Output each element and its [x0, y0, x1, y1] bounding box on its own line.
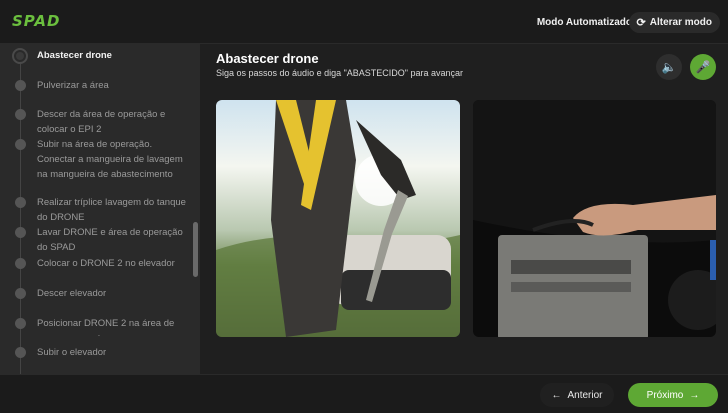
previous-label: Anterior [567, 389, 603, 401]
step-label: Lavar DRONE e área de operação do SPAD [37, 227, 183, 253]
microphone-button[interactable]: 🎤 [690, 54, 716, 80]
step-pending-icon [15, 288, 26, 299]
step-pending-icon [15, 197, 26, 208]
step-label: Descer elevador [37, 288, 107, 299]
step-label: Abastecer drone [37, 50, 112, 61]
arrow-left-icon: ← [551, 389, 562, 401]
step-label: Pulverizar a área [37, 80, 109, 91]
step-pending-icon [15, 347, 26, 358]
step-label: Posicionar DRONE 2 na área de armazename… [37, 318, 175, 336]
step-label: Realizar tríplice lavagem do tanque do D… [37, 197, 186, 223]
battery-photo [473, 100, 716, 337]
step-pending-icon [15, 109, 26, 120]
refuel-nozzle-illustration [216, 100, 460, 337]
step-label: Subir o elevador [37, 347, 107, 358]
step-pending-icon [15, 227, 26, 238]
page-subtitle: Siga os passos do áudio e diga "ABASTECI… [216, 68, 464, 78]
speaker-icon: 🔈 [661, 60, 677, 74]
steps-sidebar: Abastecer drone Pulverizar a área Descer… [0, 44, 200, 374]
step-content: Abastecer drone Siga os passos do áudio … [200, 44, 728, 374]
previous-button[interactable]: ← Anterior [540, 383, 614, 407]
microphone-icon: 🎤 [695, 60, 711, 74]
spad-logo: SPAD [12, 12, 61, 30]
step-pending-icon [15, 80, 26, 91]
alter-mode-button[interactable]: ⟳ Alterar modo [628, 12, 720, 33]
step-label: Colocar o DRONE 2 no elevador [37, 258, 175, 269]
step-current-icon [12, 48, 28, 64]
step-label: Descer da área de operação e colocar o E… [37, 109, 166, 135]
mode-label: Modo Automatizado [536, 17, 632, 28]
alter-mode-label: Alterar modo [649, 17, 712, 28]
step-item-conectar-mangueira[interactable]: Subir na área de operação. Conectar a ma… [0, 137, 192, 184]
sidebar-scrollbar[interactable] [193, 222, 198, 277]
speaker-button[interactable]: 🔈 [656, 54, 682, 80]
step-pending-icon [15, 318, 26, 329]
navigation-footer: ← Anterior Próximo → [0, 374, 728, 413]
step-label: Subir na área de operação. Conectar a ma… [37, 139, 183, 180]
top-bar: SPAD Modo Automatizado ⟳ Alterar modo [0, 0, 728, 44]
battery-illustration [473, 100, 716, 337]
step-pending-icon [15, 139, 26, 150]
refresh-icon: ⟳ [636, 17, 646, 29]
step-item-posicionar-drone[interactable]: Posicionar DRONE 2 na área de armazename… [0, 316, 192, 336]
next-label: Próximo [646, 389, 684, 401]
refuel-nozzle-photo [216, 100, 460, 337]
step-pending-icon [15, 258, 26, 269]
next-button[interactable]: Próximo → [628, 383, 718, 407]
page-title: Abastecer drone [216, 51, 319, 66]
arrow-right-icon: → [689, 389, 700, 401]
